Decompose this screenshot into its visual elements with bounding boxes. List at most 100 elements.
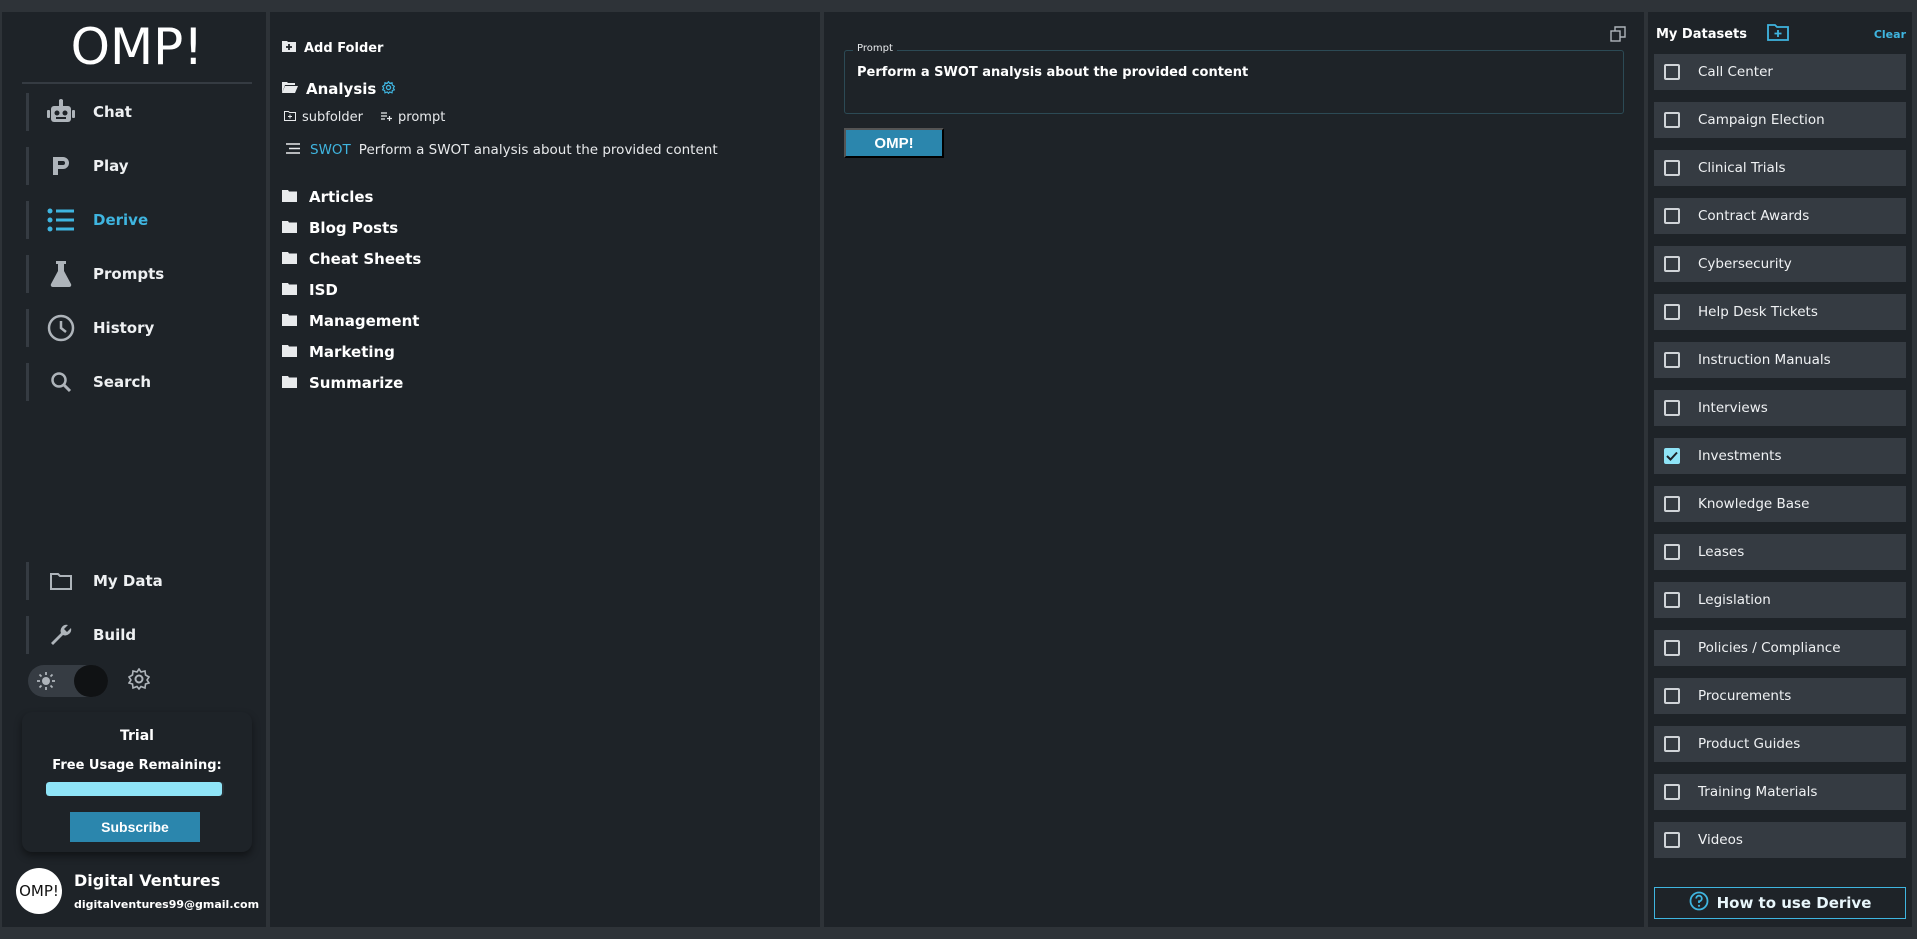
dataset-checkbox[interactable] [1664, 208, 1680, 224]
folder-icon [282, 281, 297, 299]
dataset-checkbox[interactable] [1664, 352, 1680, 368]
dataset-checkbox[interactable] [1664, 160, 1680, 176]
add-dataset-icon[interactable] [1767, 23, 1789, 45]
dataset-item[interactable]: Legislation [1654, 582, 1906, 618]
prompt-field-value: Perform a SWOT analysis about the provid… [857, 65, 1249, 80]
dataset-label: Training Materials [1698, 784, 1818, 800]
sun-icon [36, 671, 56, 695]
nav-item-history[interactable]: History [26, 309, 256, 347]
how-to-use-button[interactable]: How to use Derive [1654, 887, 1906, 919]
nav-item-derive[interactable]: Derive [26, 201, 256, 239]
dataset-checkbox[interactable] [1664, 112, 1680, 128]
dataset-item[interactable]: Investments [1654, 438, 1906, 474]
search-icon [29, 371, 93, 393]
dataset-label: Campaign Election [1698, 112, 1825, 128]
prompt-preview: Perform a SWOT analysis about the provid… [358, 142, 718, 158]
folder-analysis-open[interactable]: Analysis [282, 80, 396, 98]
dataset-item[interactable]: Call Center [1654, 54, 1906, 90]
folder-settings-icon[interactable] [381, 80, 396, 98]
dataset-checkbox[interactable] [1664, 544, 1680, 560]
nav-item-prompts[interactable]: Prompts [26, 255, 256, 293]
omp-run-button[interactable]: OMP! [844, 128, 944, 158]
usage-label: Free Usage Remaining: [52, 758, 222, 773]
gear-icon[interactable] [127, 667, 151, 694]
dataset-checkbox[interactable] [1664, 688, 1680, 704]
dataset-label: Leases [1698, 544, 1745, 560]
folder-item-isd[interactable]: ISD [282, 274, 421, 305]
user-name: Digital Ventures [74, 871, 221, 890]
folder-item-articles[interactable]: Articles [282, 181, 421, 212]
subscribe-button[interactable]: Subscribe [70, 812, 200, 842]
folder-item-blog-posts[interactable]: Blog Posts [282, 212, 421, 243]
dataset-item[interactable]: Campaign Election [1654, 102, 1906, 138]
user-profile[interactable]: OMP! Digital Ventures digitalventures99@… [16, 866, 259, 916]
prompt-item-swot[interactable]: SWOT Perform a SWOT analysis about the p… [286, 142, 718, 158]
dataset-item[interactable]: Clinical Trials [1654, 150, 1906, 186]
folder-name: Analysis [306, 80, 377, 98]
dataset-checkbox[interactable] [1664, 448, 1680, 464]
add-subfolder-link[interactable]: subfolder [302, 110, 363, 125]
usage-progress-bar [46, 782, 224, 796]
dataset-item[interactable]: Product Guides [1654, 726, 1906, 762]
datasets-header: My Datasets Clear [1656, 22, 1906, 46]
nav-item-my-data[interactable]: My Data [26, 562, 256, 600]
folder-label: Articles [309, 187, 374, 206]
dataset-label: Knowledge Base [1698, 496, 1810, 512]
check-icon [1666, 451, 1678, 461]
nav-item-play[interactable]: Play [26, 147, 256, 185]
dataset-item[interactable]: Knowledge Base [1654, 486, 1906, 522]
dataset-item[interactable]: Leases [1654, 534, 1906, 570]
dataset-checkbox[interactable] [1664, 496, 1680, 512]
folder-list: Articles Blog Posts Cheat Sheets ISD Man… [282, 181, 421, 398]
folder-item-management[interactable]: Management [282, 305, 421, 336]
text-lines-icon [286, 142, 300, 158]
app-root: OMP! Chat Play Derive Prompts History Se… [0, 12, 1917, 927]
dataset-checkbox[interactable] [1664, 256, 1680, 272]
nav-item-build[interactable]: Build [26, 616, 256, 654]
prompt-field-label: Prompt [853, 43, 897, 54]
dataset-item[interactable]: Training Materials [1654, 774, 1906, 810]
dataset-item[interactable]: Policies / Compliance [1654, 630, 1906, 666]
folder-item-cheat-sheets[interactable]: Cheat Sheets [282, 243, 421, 274]
dataset-checkbox[interactable] [1664, 640, 1680, 656]
dataset-item[interactable]: Videos [1654, 822, 1906, 858]
nav-item-chat[interactable]: Chat [26, 93, 256, 131]
folder-item-summarize[interactable]: Summarize [282, 367, 421, 398]
prompt-name: SWOT [310, 142, 351, 158]
robot-icon [29, 99, 93, 125]
nav-item-search[interactable]: Search [26, 363, 256, 401]
dataset-checkbox[interactable] [1664, 400, 1680, 416]
theme-toggle[interactable] [28, 665, 108, 697]
nav-label: Search [93, 373, 152, 391]
dataset-label: Interviews [1698, 400, 1768, 416]
dataset-checkbox[interactable] [1664, 784, 1680, 800]
dataset-label: Instruction Manuals [1698, 352, 1831, 368]
folder-label: Blog Posts [309, 218, 399, 237]
dataset-item[interactable]: Instruction Manuals [1654, 342, 1906, 378]
dataset-checkbox[interactable] [1664, 832, 1680, 848]
app-logo: OMP! [22, 18, 252, 84]
add-prompt-link[interactable]: prompt [398, 110, 445, 125]
folder-item-marketing[interactable]: Marketing [282, 336, 421, 367]
nav-label: History [93, 319, 155, 337]
clear-datasets-button[interactable]: Clear [1874, 28, 1906, 41]
trial-title: Trial [120, 728, 154, 744]
nav-label: Build [93, 626, 137, 644]
how-to-use-label: How to use Derive [1716, 894, 1872, 912]
dataset-item[interactable]: Contract Awards [1654, 198, 1906, 234]
dataset-checkbox[interactable] [1664, 64, 1680, 80]
dataset-checkbox[interactable] [1664, 592, 1680, 608]
folder-icon [282, 219, 297, 237]
copy-icon[interactable] [1610, 26, 1626, 46]
dataset-item[interactable]: Cybersecurity [1654, 246, 1906, 282]
dataset-item[interactable]: Procurements [1654, 678, 1906, 714]
dataset-item[interactable]: Interviews [1654, 390, 1906, 426]
dataset-label: Investments [1698, 448, 1782, 464]
dataset-checkbox[interactable] [1664, 736, 1680, 752]
usage-progress-fill [46, 782, 223, 796]
dataset-item[interactable]: Help Desk Tickets [1654, 294, 1906, 330]
dataset-checkbox[interactable] [1664, 304, 1680, 320]
add-folder-button[interactable]: Add Folder [282, 36, 383, 60]
prompt-textarea[interactable]: Prompt Perform a SWOT analysis about the… [844, 43, 1624, 114]
left-navigation: OMP! Chat Play Derive Prompts History Se… [2, 12, 266, 927]
